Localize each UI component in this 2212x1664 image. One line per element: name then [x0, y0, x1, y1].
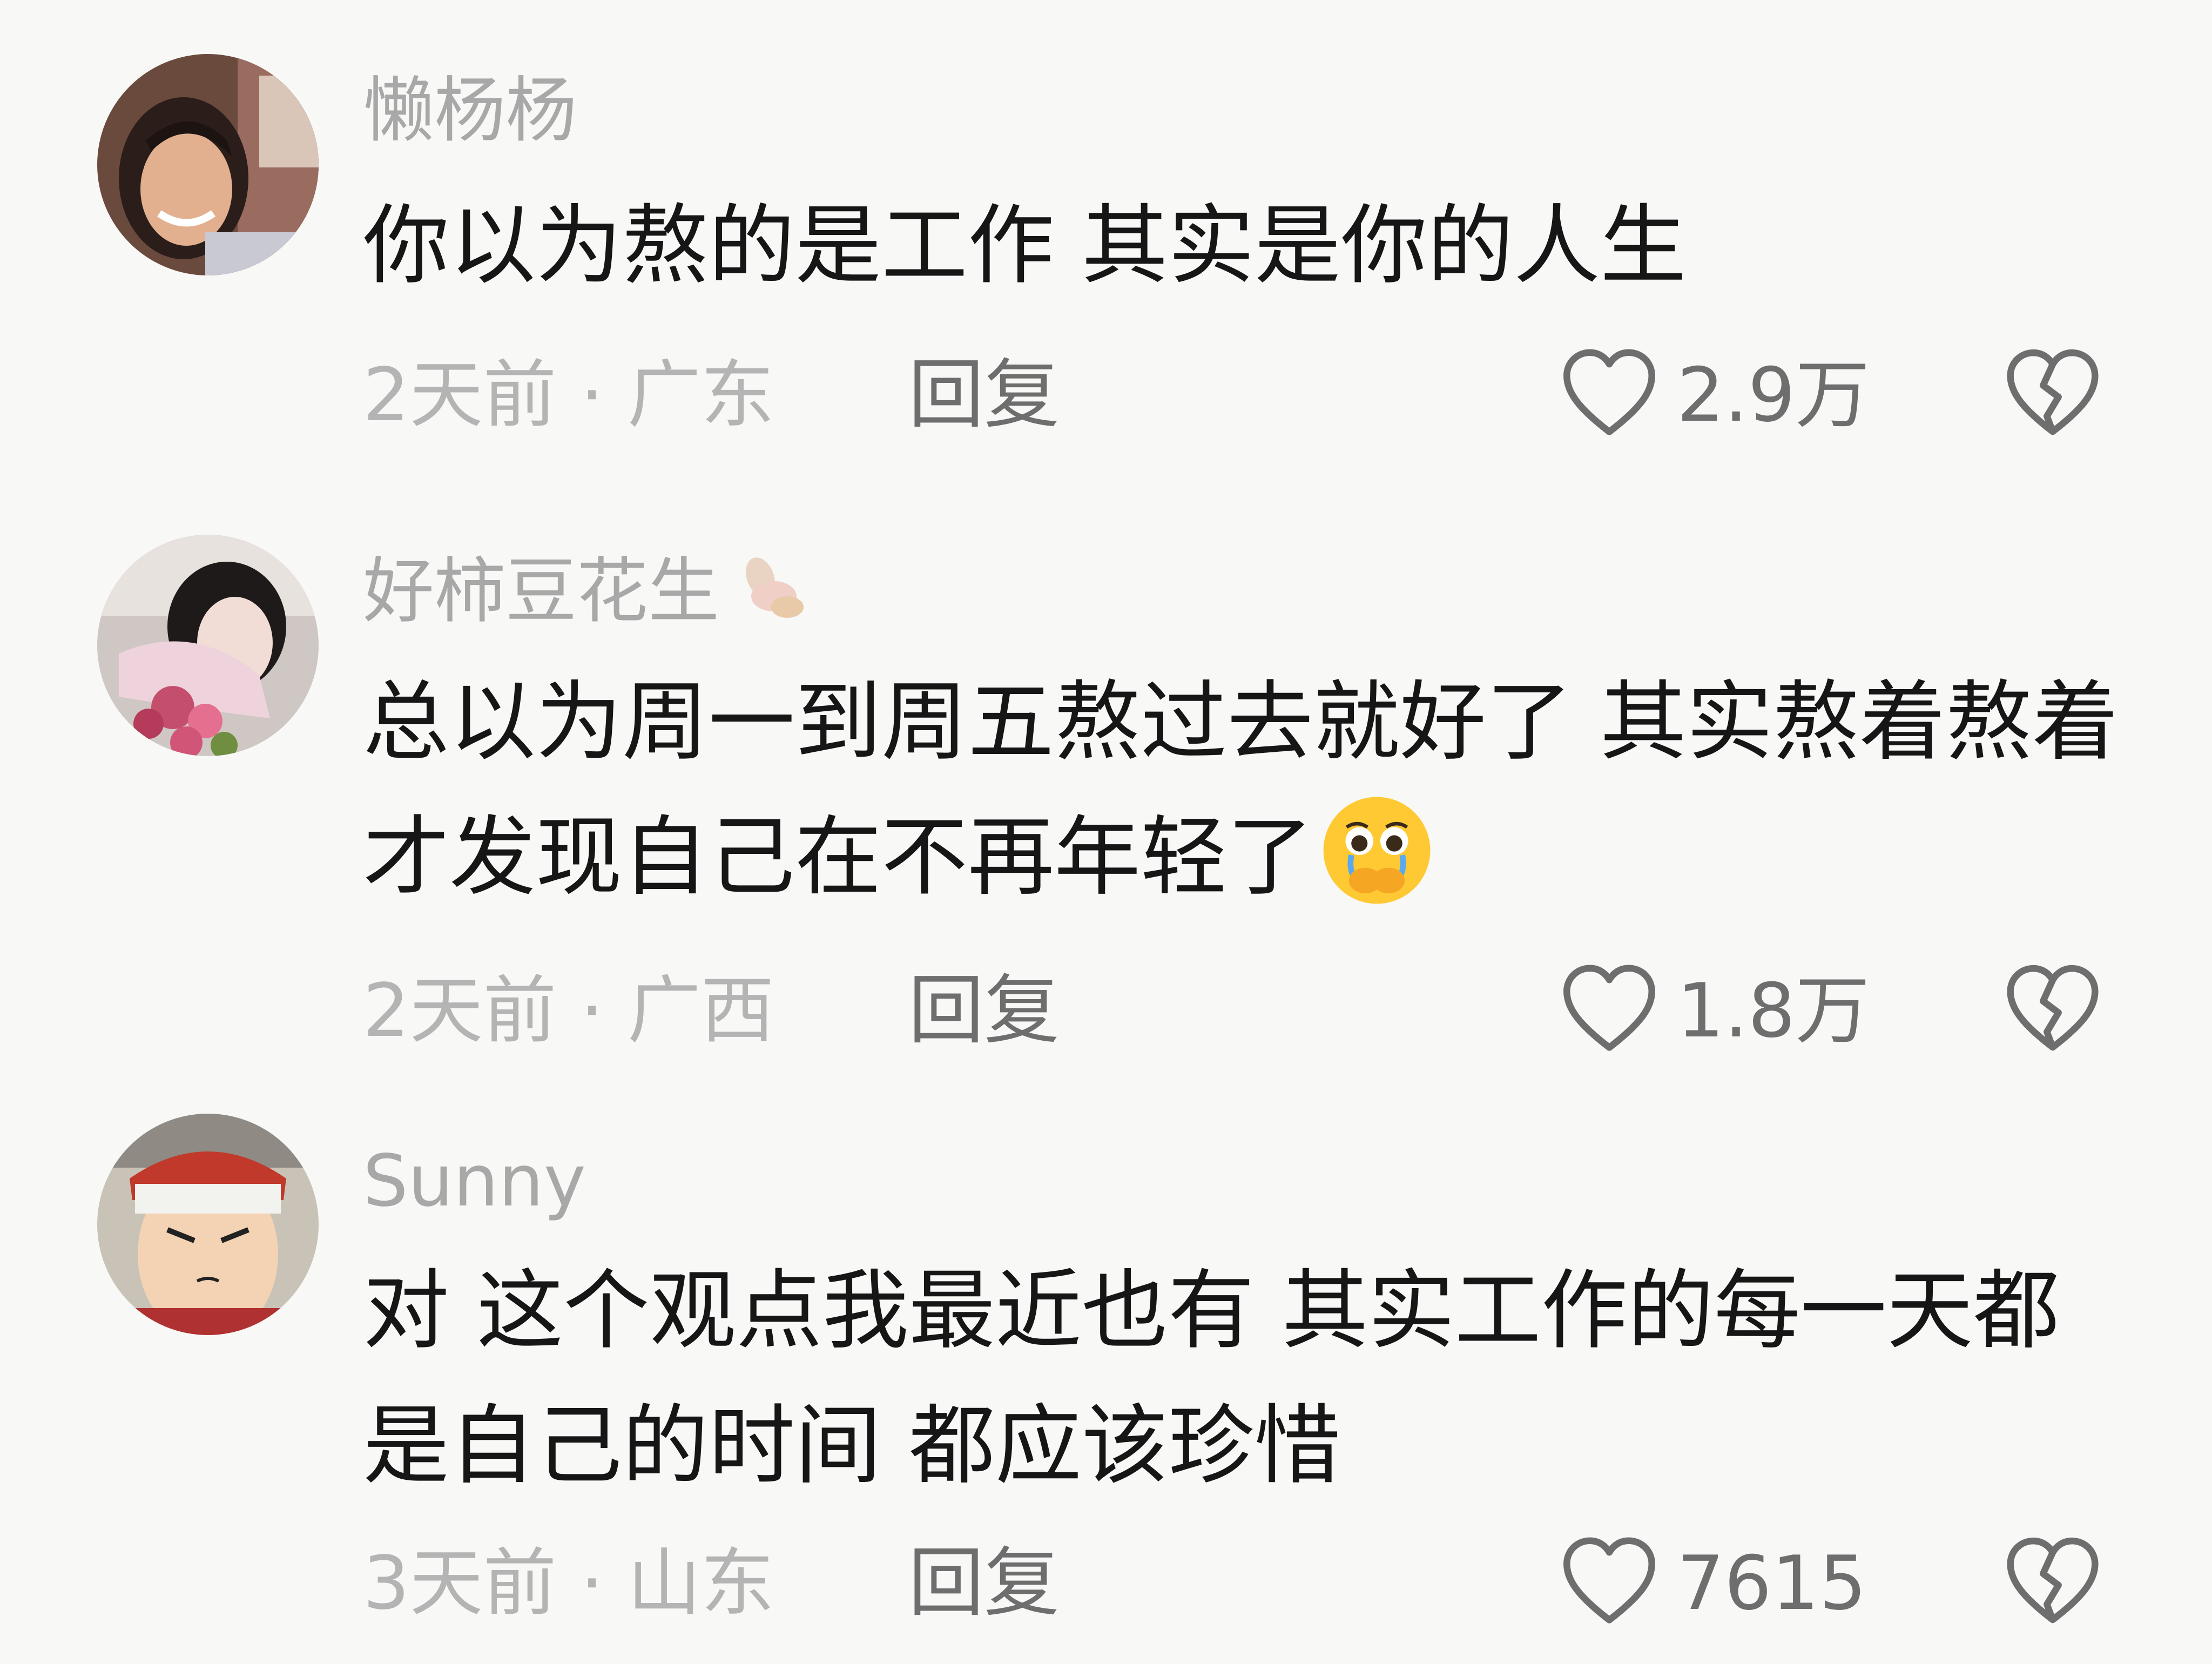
heart-outline-icon[interactable] — [1561, 1535, 1658, 1627]
peanut-icon — [728, 553, 809, 639]
username[interactable]: Sunny — [363, 1141, 586, 1222]
comment-text-content: 总以为周一到周五熬过去就好了 其实熬着熬着才发现自己在不再年轻了 — [363, 671, 2119, 907]
comment-meta: 2天前 · 广东 — [363, 355, 774, 436]
avatar[interactable] — [97, 535, 319, 756]
username-text: 好柿豆花生 — [363, 550, 719, 633]
username[interactable]: 好柿豆花生 — [363, 551, 809, 639]
comment-text: 你以为熬的是工作 其实是你的人生 — [363, 195, 1687, 296]
comment-location: 广西 — [627, 968, 774, 1054]
crying-face-emoji-icon — [1319, 792, 1435, 946]
meta-separator: · — [580, 353, 604, 438]
comment-meta: 3天前 · 山东 — [363, 1543, 774, 1624]
comment-time: 2天前 — [363, 353, 557, 438]
reply-button[interactable]: 回复 — [908, 355, 1060, 436]
meta-separator: · — [580, 1541, 604, 1626]
comment-text: 对 这个观点我最近也有 其实工作的每一天都是自己的时间 都应该珍惜 — [363, 1260, 2060, 1496]
comment-location: 山东 — [627, 1541, 774, 1626]
like-count: 1.8万 — [1677, 967, 1870, 1054]
username[interactable]: 懒杨杨 — [363, 70, 577, 151]
avatar[interactable] — [97, 54, 319, 275]
avatar-anime-character-icon — [97, 1114, 319, 1335]
like-count: 2.9万 — [1677, 352, 1870, 439]
comment-meta: 2天前 · 广西 — [363, 971, 774, 1052]
comment-time: 3天前 — [363, 1541, 557, 1626]
broken-heart-icon[interactable] — [2005, 347, 2101, 439]
comment-text: 总以为周一到周五熬过去就好了 其实熬着熬着才发现自己在不再年轻了 — [363, 655, 2145, 946]
comment-time: 2天前 — [363, 968, 557, 1054]
like-count: 7615 — [1677, 1540, 1867, 1627]
heart-outline-icon[interactable] — [1561, 962, 1658, 1054]
avatar-photo-girl-flowers-icon — [97, 535, 319, 756]
avatar-photo-woman-icon — [97, 54, 319, 275]
reply-button[interactable]: 回复 — [908, 1543, 1060, 1624]
heart-outline-icon[interactable] — [1561, 347, 1658, 439]
meta-separator: · — [580, 968, 604, 1054]
broken-heart-icon[interactable] — [2005, 1535, 2101, 1627]
reply-button[interactable]: 回复 — [908, 971, 1060, 1052]
broken-heart-icon[interactable] — [2005, 962, 2101, 1054]
avatar[interactable] — [97, 1114, 319, 1335]
comment-location: 广东 — [627, 353, 774, 438]
